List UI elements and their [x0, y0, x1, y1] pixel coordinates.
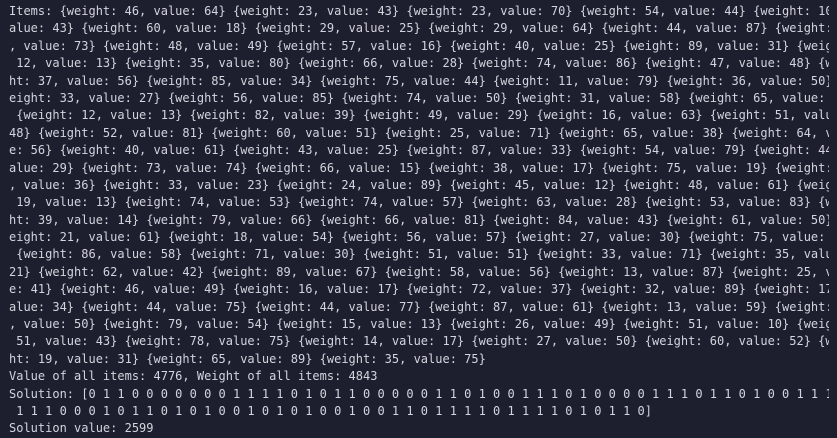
output-line: eight: 33, value: 27} {weight: 56, value… — [9, 90, 829, 105]
output-line: 51, value: 43} {weight: 78, value: 75} {… — [9, 334, 829, 349]
output-line: alue: 29} {weight: 73, value: 74} {weigh… — [9, 160, 829, 175]
output-line: {weight: 86, value: 58} {weight: 71, val… — [9, 247, 829, 262]
output-line: ht: 37, value: 56} {weight: 85, value: 3… — [9, 73, 829, 88]
output-line: 48} {weight: 52, value: 81} {weight: 60,… — [9, 125, 829, 140]
output-line: 12, value: 13} {weight: 35, value: 80} {… — [9, 56, 829, 71]
output-line: , value: 50} {weight: 79, value: 54} {we… — [9, 317, 829, 332]
output-line: e: 56} {weight: 40, value: 61} {weight: … — [9, 143, 829, 158]
output-line: Items: {weight: 46, value: 64} {weight: … — [9, 4, 829, 18]
output-line: eight: 21, value: 61} {weight: 18, value… — [9, 230, 829, 245]
solution-value-line: Solution value: 2599 — [9, 421, 154, 436]
summary-line: Value of all items: 4776, Weight of all … — [9, 369, 378, 384]
output-line: 21} {weight: 62, value: 42} {weight: 89,… — [9, 264, 829, 279]
output-line: e: 41} {weight: 46, value: 49} {weight: … — [9, 282, 829, 297]
terminal-output[interactable]: Items: {weight: 46, value: 64} {weight: … — [0, 0, 837, 435]
output-line: , value: 73} {weight: 48, value: 49} {we… — [9, 38, 829, 53]
output-line: alue: 34} {weight: 44, value: 75} {weigh… — [9, 299, 829, 314]
solution-line: 1 1 1 0 0 0 1 0 1 1 0 1 0 1 0 0 1 0 1 0 … — [9, 403, 652, 418]
output-line: , value: 36} {weight: 33, value: 23} {we… — [9, 177, 829, 192]
output-line: alue: 43} {weight: 60, value: 18} {weigh… — [9, 21, 829, 36]
output-line: ht: 39, value: 14} {weight: 79, value: 6… — [9, 212, 829, 227]
solution-line: Solution: [0 1 1 0 0 0 0 0 0 0 1 1 1 1 0… — [9, 386, 829, 401]
output-line: ht: 19, value: 31} {weight: 65, value: 8… — [9, 351, 486, 366]
output-line: {weight: 12, value: 13} {weight: 82, val… — [9, 108, 829, 123]
output-line: 19, value: 13} {weight: 74, value: 53} {… — [9, 195, 829, 210]
